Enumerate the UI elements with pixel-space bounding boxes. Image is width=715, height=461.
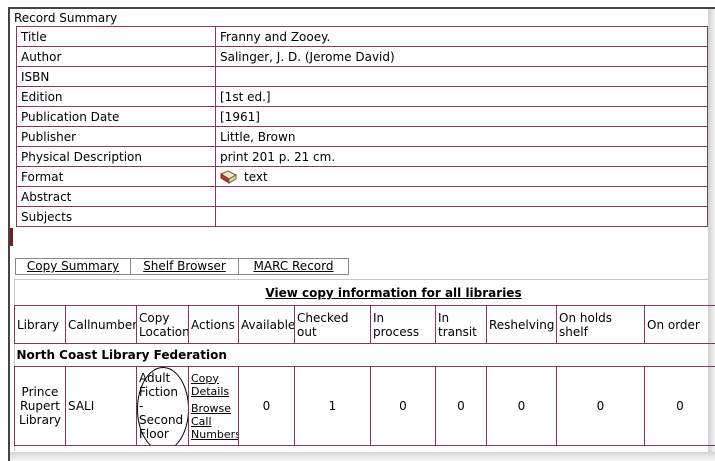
record-row-publisher: Publisher Little, Brown [16, 126, 708, 147]
cell-on-order: 0 [644, 366, 715, 446]
browse-call-numbers-link[interactable]: Browse Call Numbers [191, 402, 238, 441]
record-value: Franny and Zooey. [215, 26, 708, 47]
tab-copy-summary[interactable]: Copy Summary [15, 258, 130, 275]
cell-in-process: 0 [370, 366, 436, 446]
record-row-isbn: ISBN [16, 66, 708, 87]
cell-checked-out: 1 [294, 366, 371, 446]
tab-shelf-browser[interactable]: Shelf Browser [130, 258, 238, 275]
cell-available: 0 [238, 366, 295, 446]
record-value [215, 206, 708, 227]
record-tabs: Copy Summary Shelf Browser MARC Record [15, 258, 349, 275]
record-label: Physical Description [16, 146, 216, 167]
record-row-physical-description: Physical Description print 201 p. 21 cm. [16, 146, 708, 167]
cell-copy-location: Adult Fiction - Second Floor [136, 366, 189, 446]
record-row-subjects: Subjects [16, 206, 708, 227]
copy-details-link[interactable]: Copy Details [191, 372, 236, 398]
col-header: Copy Location [136, 305, 189, 344]
record-summary-table: Title Franny and Zooey. Author Salinger,… [16, 26, 708, 227]
col-header: In transit [435, 305, 487, 344]
record-label: Publication Date [16, 106, 216, 127]
book-icon [219, 169, 238, 184]
copy-location-highlight: Adult Fiction - Second Floor [137, 367, 188, 445]
col-header: Available [238, 305, 295, 344]
drop-shadow-bottom [10, 452, 715, 461]
col-header: Actions [188, 305, 239, 344]
cell-actions: Copy Details Browse Call Numbers [188, 366, 239, 446]
record-row-title: Title Franny and Zooey. [16, 26, 708, 47]
col-header: In process [370, 305, 436, 344]
col-header: On holds shelf [556, 305, 645, 344]
cell-in-transit: 0 [435, 366, 487, 446]
col-header: Library [14, 305, 66, 344]
table-row: Prince Rupert Library SALI Adult Fiction… [14, 366, 715, 446]
tab-marc-record[interactable]: MARC Record [238, 258, 349, 275]
cell-callnumber: SALI [65, 366, 137, 446]
record-label: Format [16, 166, 216, 187]
frame-accent-mark [10, 228, 13, 246]
record-value: Little, Brown [215, 126, 708, 147]
view-all-libraries-link[interactable]: View copy information for all libraries [0, 286, 715, 300]
record-row-abstract: Abstract [16, 186, 708, 207]
record-value-format: text [215, 166, 708, 187]
cell-reshelving: 0 [486, 366, 557, 446]
col-header: Reshelving [486, 305, 557, 344]
record-label: Subjects [16, 206, 216, 227]
library-group-name: North Coast Library Federation [14, 343, 715, 367]
cell-on-holds-shelf: 0 [556, 366, 645, 446]
copy-table: Library Callnumber Copy Location Actions… [14, 305, 715, 446]
record-label: ISBN [16, 66, 216, 87]
col-header: Checked out [294, 305, 371, 344]
record-value: Salinger, J. D. (Jerome David) [215, 46, 708, 67]
record-value: [1961] [215, 106, 708, 127]
col-header: On order [644, 305, 715, 344]
window-frame-top [8, 7, 715, 9]
record-label: Edition [16, 86, 216, 107]
copy-table-header: Library Callnumber Copy Location Actions… [14, 305, 715, 344]
record-label: Author [16, 46, 216, 67]
record-row-author: Author Salinger, J. D. (Jerome David) [16, 46, 708, 67]
record-summary-header: Record Summary [14, 11, 118, 25]
record-row-publication-date: Publication Date [1961] [16, 106, 708, 127]
cell-library: Prince Rupert Library [14, 366, 66, 446]
library-group-row: North Coast Library Federation [14, 343, 715, 367]
record-row-format: Format text [16, 166, 708, 187]
format-text: text [244, 169, 268, 184]
record-label: Publisher [16, 126, 216, 147]
record-value: [1st ed.] [215, 86, 708, 107]
highlight-oval [137, 367, 188, 445]
col-header: Callnumber [65, 305, 137, 344]
record-row-edition: Edition [1st ed.] [16, 86, 708, 107]
record-value [215, 186, 708, 207]
record-value: print 201 p. 21 cm. [215, 146, 708, 167]
record-label: Abstract [16, 186, 216, 207]
record-value [215, 66, 708, 87]
record-label: Title [16, 26, 216, 47]
